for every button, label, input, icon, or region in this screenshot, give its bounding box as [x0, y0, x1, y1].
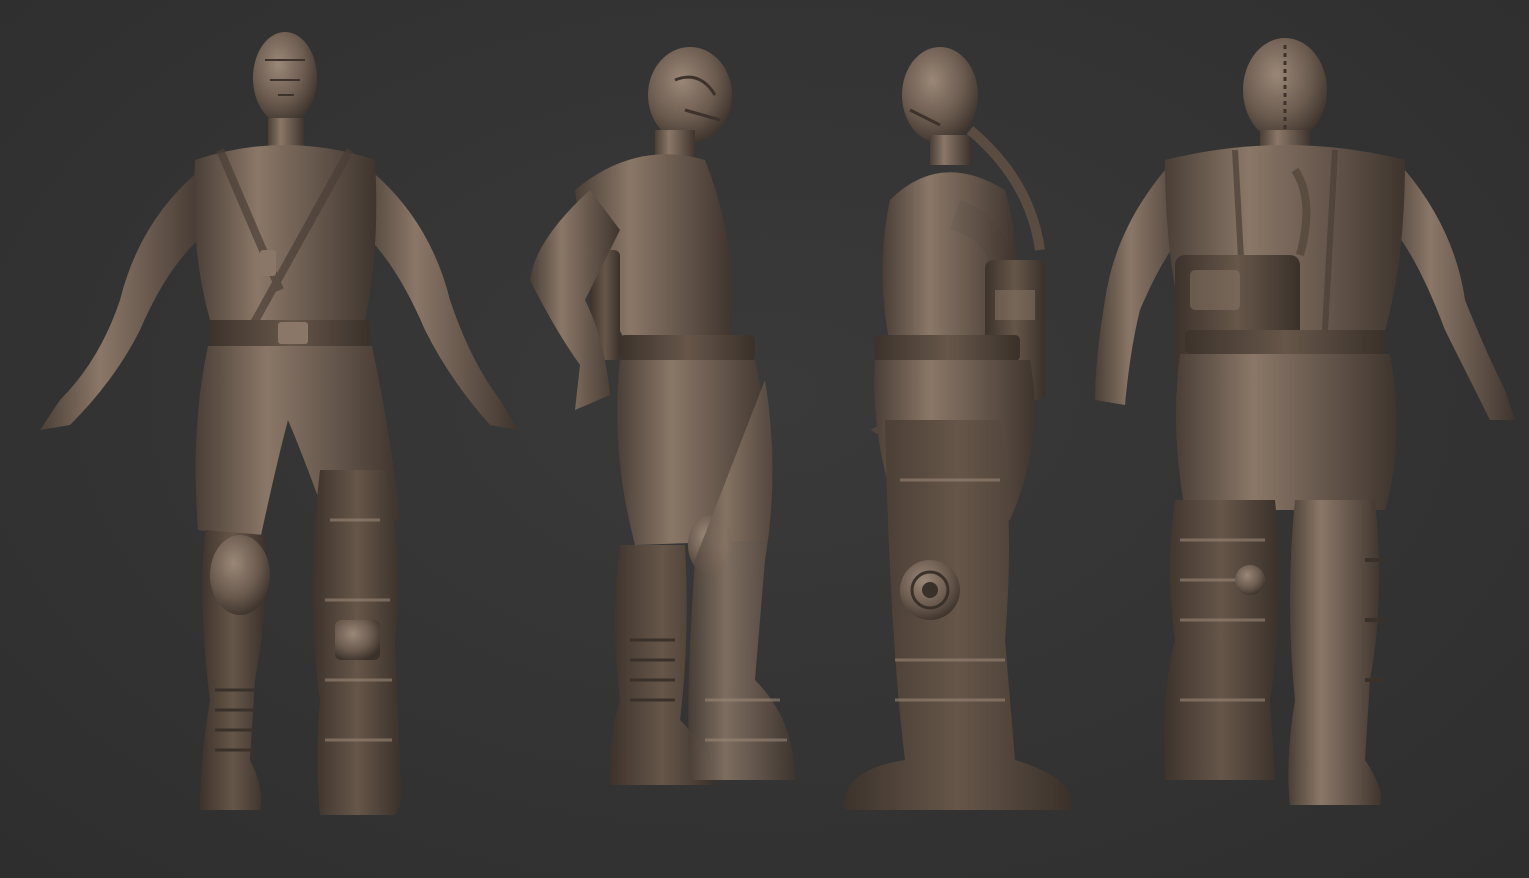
- left-leg-armor: [1163, 500, 1279, 780]
- belt: [620, 335, 755, 361]
- back-view: [1095, 38, 1515, 805]
- left-arm: [40, 170, 210, 430]
- pants: [1176, 354, 1397, 510]
- side-view: [844, 47, 1072, 810]
- torso: [194, 145, 377, 320]
- mask-head: [902, 47, 978, 143]
- right-arm: [360, 170, 518, 430]
- belt: [875, 335, 1020, 361]
- right-arm: [1385, 170, 1515, 420]
- mask-head: [648, 47, 732, 143]
- front-view: [40, 32, 518, 815]
- render-viewport: [0, 0, 1529, 878]
- mask-head: [253, 32, 317, 124]
- right-boot: [1288, 500, 1381, 805]
- three-quarter-view: [530, 47, 795, 785]
- belt: [1185, 330, 1385, 354]
